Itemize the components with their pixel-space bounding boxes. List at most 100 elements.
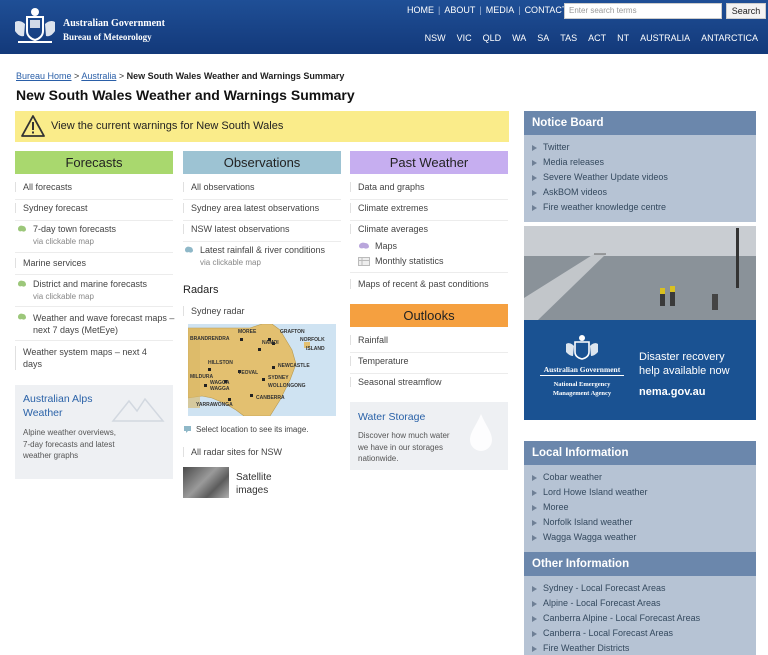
other-label[interactable]: Canberra Alpine - Local Forecast Areas	[543, 613, 700, 623]
nav-wa[interactable]: WA	[512, 33, 526, 43]
local-item-cobar[interactable]: Cobar weather	[532, 472, 602, 482]
breadcrumb-australia[interactable]: Australia	[81, 71, 116, 81]
local-label[interactable]: Cobar weather	[543, 472, 602, 482]
divider	[15, 252, 173, 253]
local-item-norfolk[interactable]: Norfolk Island weather	[532, 517, 633, 527]
other-item-canberra-alpine[interactable]: Canberra Alpine - Local Forecast Areas	[532, 613, 700, 623]
site-header: Australian Government Bureau of Meteorol…	[0, 0, 768, 54]
link-nsw-observations[interactable]: NSW latest observations	[183, 224, 290, 234]
flood-photo[interactable]	[524, 226, 756, 320]
satellite-thumbnail[interactable]	[183, 467, 229, 498]
local-label[interactable]: Lord Howe Island weather	[543, 487, 648, 497]
water-storage-title[interactable]: Water Storage	[358, 411, 425, 423]
local-item-moree[interactable]: Moree	[532, 502, 569, 512]
local-item-lord-howe[interactable]: Lord Howe Island weather	[532, 487, 648, 497]
divider	[15, 340, 173, 341]
observations-heading: Observations	[183, 151, 341, 174]
notice-label[interactable]: Media releases	[543, 157, 604, 167]
other-label[interactable]: Sydney - Local Forecast Areas	[543, 583, 666, 593]
link-monthly-statistics[interactable]: Monthly statistics	[375, 256, 444, 266]
link-rainfall-outlook[interactable]: Rainfall	[350, 335, 388, 345]
link-temperature-outlook[interactable]: Temperature	[350, 356, 409, 366]
nema-ad[interactable]: Australian Government National Emergency…	[524, 320, 756, 420]
link-climate-maps[interactable]: Maps	[375, 241, 397, 251]
other-label[interactable]: Canberra - Local Forecast Areas	[543, 628, 673, 638]
notice-label[interactable]: Twitter	[543, 142, 570, 152]
divider	[350, 199, 508, 200]
link-climate-extremes[interactable]: Climate extremes	[350, 203, 428, 213]
link-data-graphs[interactable]: Data and graphs	[350, 182, 425, 192]
state-navigation: NSW VIC QLD WA SA TAS ACT NT AUSTRALIA ANTARCTICA	[414, 33, 758, 43]
notice-item-twitter[interactable]: Twitter	[532, 142, 570, 152]
nema-govt: Australian Government	[543, 365, 621, 374]
local-label[interactable]: Norfolk Island weather	[543, 517, 633, 527]
notice-label[interactable]: Severe Weather Update videos	[543, 172, 668, 182]
notice-label[interactable]: AskBOM videos	[543, 187, 607, 197]
other-item-alpine-areas[interactable]: Alpine - Local Forecast Areas	[532, 598, 661, 608]
map-icon	[359, 242, 369, 249]
link-marine-services[interactable]: Marine services	[15, 258, 86, 268]
link-sydney-area-observations[interactable]: Sydney area latest observations	[183, 203, 319, 213]
bom-logo[interactable]: Australian Government Bureau of Meteorol…	[12, 6, 172, 48]
breadcrumb-home[interactable]: Bureau Home	[16, 71, 72, 81]
nav-nsw[interactable]: NSW	[425, 33, 446, 43]
local-item-wagga[interactable]: Wagga Wagga weather	[532, 532, 636, 542]
other-label[interactable]: Alpine - Local Forecast Areas	[543, 598, 661, 608]
nema-url[interactable]: nema.gov.au	[639, 386, 705, 398]
nav-act[interactable]: ACT	[588, 33, 606, 43]
other-item-canberra-areas[interactable]: Canberra - Local Forecast Areas	[532, 628, 673, 638]
nav-media[interactable]: MEDIA	[486, 5, 515, 15]
link-district-marine-forecasts[interactable]: District and marine forecasts	[33, 279, 147, 289]
notice-item-fire-weather[interactable]: Fire weather knowledge centre	[532, 202, 666, 212]
link-rainfall-river[interactable]: Latest rainfall & river conditions	[200, 245, 325, 255]
link-climate-averages[interactable]: Climate averages	[350, 224, 428, 234]
page-title: New South Wales Weather and Warnings Sum…	[16, 87, 355, 103]
nav-qld[interactable]: QLD	[483, 33, 502, 43]
nav-nt[interactable]: NT	[617, 33, 629, 43]
nav-about[interactable]: ABOUT	[444, 5, 475, 15]
warnings-banner[interactable]: View the current warnings for New South …	[15, 111, 509, 142]
other-item-fire-districts[interactable]: Fire Weather Districts	[532, 643, 629, 653]
search-input[interactable]: Enter search terms	[564, 3, 722, 19]
nav-sa[interactable]: SA	[537, 33, 549, 43]
radar-map[interactable]: MOREE GRAFTON BRANDRENDRA NAMOI NORFOLK …	[188, 324, 336, 416]
map-icon	[184, 426, 191, 433]
nav-tas[interactable]: TAS	[560, 33, 577, 43]
map-label: WAGGA	[210, 386, 230, 392]
search-button[interactable]: Search	[726, 3, 766, 19]
breadcrumb: Bureau Home > Australia > New South Wale…	[16, 71, 344, 81]
other-item-sydney-areas[interactable]: Sydney - Local Forecast Areas	[532, 583, 666, 593]
link-seasonal-streamflow[interactable]: Seasonal streamflow	[350, 377, 442, 387]
link-7day-town-forecasts[interactable]: 7-day town forecasts	[33, 224, 116, 234]
link-satellite-images[interactable]: Satellite images	[236, 471, 286, 497]
arrow-icon	[532, 144, 537, 151]
local-label[interactable]: Moree	[543, 502, 569, 512]
arrow-icon	[532, 585, 537, 592]
link-all-observations[interactable]: All observations	[183, 182, 255, 192]
alps-card[interactable]: Australian Alps Weather Alpine weather o…	[15, 385, 173, 479]
alps-title[interactable]: Australian Alps Weather	[23, 392, 103, 420]
nav-home[interactable]: HOME	[407, 5, 434, 15]
arrow-icon	[532, 489, 537, 496]
arrow-icon	[532, 504, 537, 511]
nav-vic[interactable]: VIC	[457, 33, 472, 43]
link-sydney-forecast[interactable]: Sydney forecast	[15, 203, 88, 213]
notice-item-severe-weather-videos[interactable]: Severe Weather Update videos	[532, 172, 668, 182]
map-label: YEOVAL	[238, 370, 259, 376]
nav-antarctica[interactable]: ANTARCTICA	[701, 33, 758, 43]
notice-item-askbom[interactable]: AskBOM videos	[532, 187, 607, 197]
link-weather-system-maps[interactable]: Weather system maps – next 4 days	[15, 346, 165, 370]
link-sydney-radar[interactable]: Sydney radar	[183, 306, 245, 316]
link-all-radar-sites[interactable]: All radar sites for NSW	[183, 447, 282, 457]
local-label[interactable]: Wagga Wagga weather	[543, 532, 636, 542]
link-all-forecasts[interactable]: All forecasts	[15, 182, 72, 192]
nav-australia[interactable]: AUSTRALIA	[640, 33, 690, 43]
notice-label[interactable]: Fire weather knowledge centre	[543, 202, 666, 212]
link-maps-recent-past[interactable]: Maps of recent & past conditions	[350, 279, 489, 289]
notice-item-media[interactable]: Media releases	[532, 157, 604, 167]
map-label: WOLLONGONG	[268, 383, 306, 389]
warnings-link[interactable]: View the current warnings for New South …	[51, 120, 283, 132]
other-label[interactable]: Fire Weather Districts	[543, 643, 629, 653]
link-meteye[interactable]: Weather and wave forecast maps – next 7 …	[33, 312, 175, 336]
water-storage-card[interactable]: Water Storage Discover how much water we…	[350, 402, 508, 470]
